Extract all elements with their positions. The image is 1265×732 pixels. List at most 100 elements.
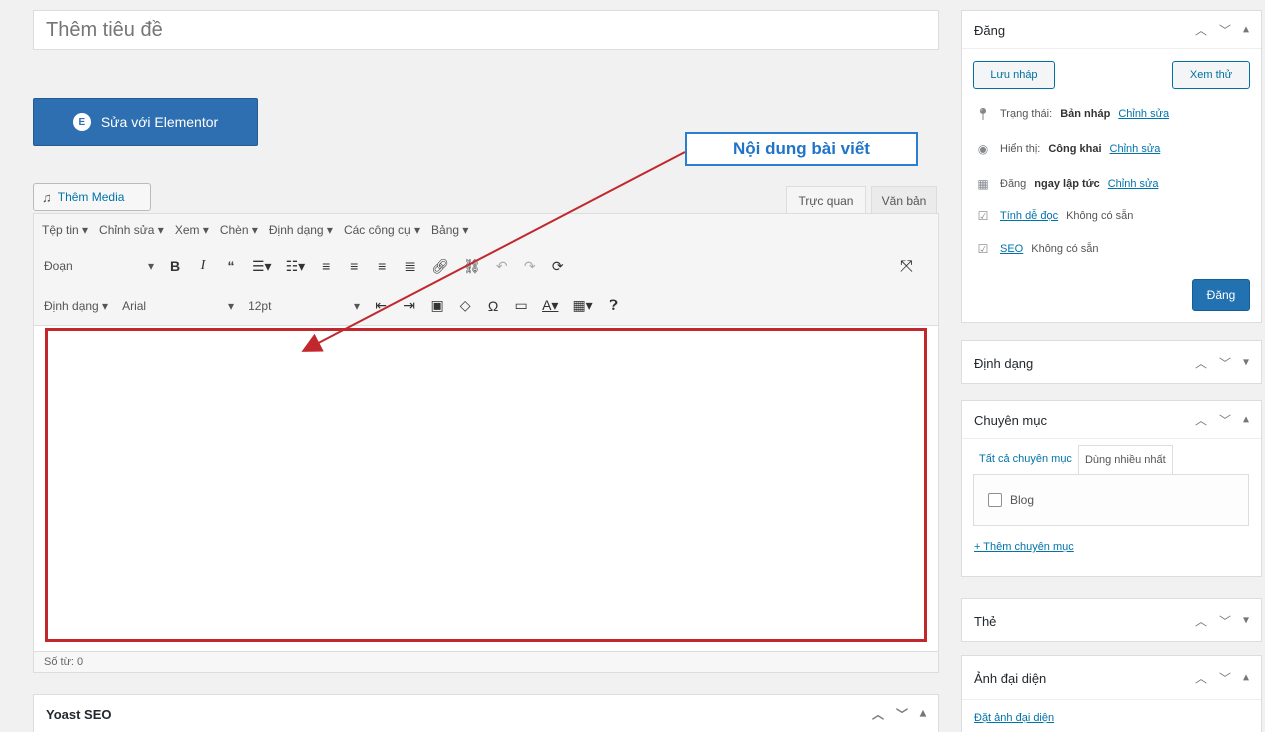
collapse-icon[interactable]: ▴ xyxy=(1243,21,1249,38)
bold-icon[interactable]: B xyxy=(168,258,182,274)
readability-link[interactable]: Tính dễ đọc xyxy=(1000,210,1058,222)
format-box-header[interactable]: Định dạng ︿ ﹀ ▾ xyxy=(962,341,1261,385)
font-family-select[interactable]: Arial ▾ xyxy=(122,299,234,313)
fullscreen-icon[interactable]: ⤧ xyxy=(900,258,913,276)
move-up-icon[interactable]: ︿ xyxy=(1195,613,1207,630)
link-icon[interactable]: 🔗︎ xyxy=(431,258,449,275)
add-media-button[interactable]: ♫ Thêm Media xyxy=(33,183,151,211)
outdent-icon[interactable]: ⇤ xyxy=(374,297,388,314)
publish-box-header[interactable]: Đăng ︿ ﹀ ▴ xyxy=(962,11,1261,49)
move-down-icon[interactable]: ﹀ xyxy=(896,706,908,723)
save-draft-button[interactable]: Lưu nháp xyxy=(973,61,1055,89)
menu-file[interactable]: Tệp tin ▾ xyxy=(42,223,88,237)
collapse-icon[interactable]: ▴ xyxy=(1243,669,1249,686)
move-up-icon[interactable]: ︿ xyxy=(1195,669,1207,686)
align-right-icon[interactable]: ≡ xyxy=(375,258,389,274)
schedule-row: ▦ Đăng ngay lập tức Chỉnh sửa xyxy=(974,177,1159,191)
menu-table[interactable]: Bảng ▾ xyxy=(431,223,468,237)
status-label: Trạng thái: xyxy=(1000,108,1053,120)
paste-text-icon[interactable]: ▣ xyxy=(430,297,444,314)
visibility-label: Hiển thị: xyxy=(1000,143,1041,155)
box-controls: ︿ ﹀ ▴ xyxy=(1195,669,1249,686)
format-box: Định dạng ︿ ﹀ ▾ xyxy=(961,340,1262,384)
move-down-icon[interactable]: ﹀ xyxy=(1219,21,1231,38)
move-down-icon[interactable]: ﹀ xyxy=(1219,613,1231,630)
move-up-icon[interactable]: ︿ xyxy=(1195,21,1207,38)
expand-icon[interactable]: ▾ xyxy=(1243,613,1249,630)
move-down-icon[interactable]: ﹀ xyxy=(1219,669,1231,686)
edit-schedule-link[interactable]: Chỉnh sửa xyxy=(1108,178,1159,190)
expand-icon[interactable]: ▾ xyxy=(1243,355,1249,372)
numbered-list-icon[interactable]: ☷▾ xyxy=(286,258,306,275)
redo-icon[interactable]: ↷ xyxy=(523,258,537,275)
box-controls: ︿ ﹀ ▾ xyxy=(1195,355,1249,372)
special-char-icon[interactable]: Ω xyxy=(486,298,500,314)
move-down-icon[interactable]: ﹀ xyxy=(1219,411,1231,428)
bullet-list-icon[interactable]: ☰▾ xyxy=(252,258,272,275)
category-tabs: Tất cả chuyên mục Dùng nhiều nhất xyxy=(973,445,1173,474)
preview-button[interactable]: Xem thử xyxy=(1172,61,1250,89)
format-dropdown[interactable]: Định dạng ▾ xyxy=(44,299,108,313)
category-item[interactable]: Blog xyxy=(988,493,1034,507)
italic-icon[interactable]: I xyxy=(196,258,210,274)
edit-status-link[interactable]: Chỉnh sửa xyxy=(1118,108,1169,120)
content-highlight-box xyxy=(45,328,927,642)
publish-button[interactable]: Đăng xyxy=(1192,279,1250,311)
category-checkbox[interactable] xyxy=(988,493,1002,507)
toolbar-toggle-icon[interactable]: ⟳ xyxy=(551,258,565,275)
menu-format[interactable]: Định dạng ▾ xyxy=(269,223,333,237)
unlink-icon[interactable]: ⛓ xyxy=(463,258,481,275)
tab-popular-categories[interactable]: Dùng nhiều nhất xyxy=(1077,445,1173,474)
tab-visual[interactable]: Trực quan xyxy=(786,186,866,214)
move-up-icon[interactable]: ︿ xyxy=(872,706,884,723)
tag-box-title: Thẻ xyxy=(974,614,997,629)
edit-visibility-link[interactable]: Chỉnh sửa xyxy=(1110,143,1161,155)
yoast-seo-box: Yoast SEO ︿ ﹀ ▴ xyxy=(33,694,939,732)
yoast-seo-title: Yoast SEO xyxy=(46,707,112,722)
indent-icon[interactable]: ⇥ xyxy=(402,297,416,314)
help-icon[interactable]: ❓︎ xyxy=(607,297,621,314)
post-title-input[interactable] xyxy=(33,10,939,50)
seo-value: Không có sẵn xyxy=(1031,243,1099,255)
tab-text[interactable]: Văn bản xyxy=(871,186,937,214)
menu-view[interactable]: Xem ▾ xyxy=(175,223,209,237)
move-up-icon[interactable]: ︿ xyxy=(1195,355,1207,372)
blockquote-icon[interactable]: “ xyxy=(224,258,238,274)
editor-menubar: Tệp tin ▾ Chỉnh sửa ▾ Xem ▾ Chèn ▾ Định … xyxy=(34,214,938,246)
category-box-title: Chuyên mục xyxy=(974,413,1047,428)
menu-edit[interactable]: Chỉnh sửa ▾ xyxy=(99,223,164,237)
box-controls: ︿ ﹀ ▴ xyxy=(1195,411,1249,428)
menu-tools[interactable]: Các công cụ ▾ xyxy=(344,223,420,237)
horizontal-line-icon[interactable]: ▭ xyxy=(514,297,528,314)
elementor-button-label: Sửa với Elementor xyxy=(100,114,219,130)
block-format-select[interactable]: Đoạn ▾ xyxy=(44,259,154,273)
seo-link[interactable]: SEO xyxy=(1000,243,1023,255)
edit-with-elementor-button[interactable]: E Sửa với Elementor xyxy=(33,98,258,146)
category-list: Blog xyxy=(973,474,1249,526)
align-justify-icon[interactable]: ≣ xyxy=(403,258,417,275)
add-category-link[interactable]: + Thêm chuyên mục xyxy=(974,541,1074,553)
move-down-icon[interactable]: ﹀ xyxy=(1219,355,1231,372)
undo-icon[interactable]: ↶ xyxy=(495,258,509,275)
align-center-icon[interactable]: ≡ xyxy=(347,258,361,274)
annotation-label: Nội dung bài viết xyxy=(685,132,918,166)
clear-format-icon[interactable]: ◇ xyxy=(458,297,472,314)
box-controls: ︿ ﹀ ▴ xyxy=(872,706,926,723)
category-label: Blog xyxy=(1010,493,1035,507)
tab-all-categories[interactable]: Tất cả chuyên mục xyxy=(973,445,1078,474)
tag-box: Thẻ ︿ ﹀ ▾ xyxy=(961,598,1262,642)
category-box-header[interactable]: Chuyên mục ︿ ﹀ ▴ xyxy=(962,401,1261,439)
table-icon[interactable]: ▦▾ xyxy=(572,297,592,314)
tag-box-header[interactable]: Thẻ ︿ ﹀ ▾ xyxy=(962,599,1261,643)
text-color-icon[interactable]: A▾ xyxy=(542,297,558,314)
featured-image-header[interactable]: Ảnh đại diện ︿ ﹀ ▴ xyxy=(962,656,1261,700)
font-size-select[interactable]: 12pt ▾ xyxy=(248,299,360,313)
elementor-icon: E xyxy=(72,113,91,131)
menu-insert[interactable]: Chèn ▾ xyxy=(220,223,258,237)
move-up-icon[interactable]: ︿ xyxy=(1195,411,1207,428)
align-left-icon[interactable]: ≡ xyxy=(319,258,333,274)
collapse-icon[interactable]: ▴ xyxy=(920,706,926,723)
set-featured-image-link[interactable]: Đặt ảnh đại diện xyxy=(974,712,1054,724)
collapse-icon[interactable]: ▴ xyxy=(1243,411,1249,428)
font-family-value: Arial xyxy=(122,298,147,313)
